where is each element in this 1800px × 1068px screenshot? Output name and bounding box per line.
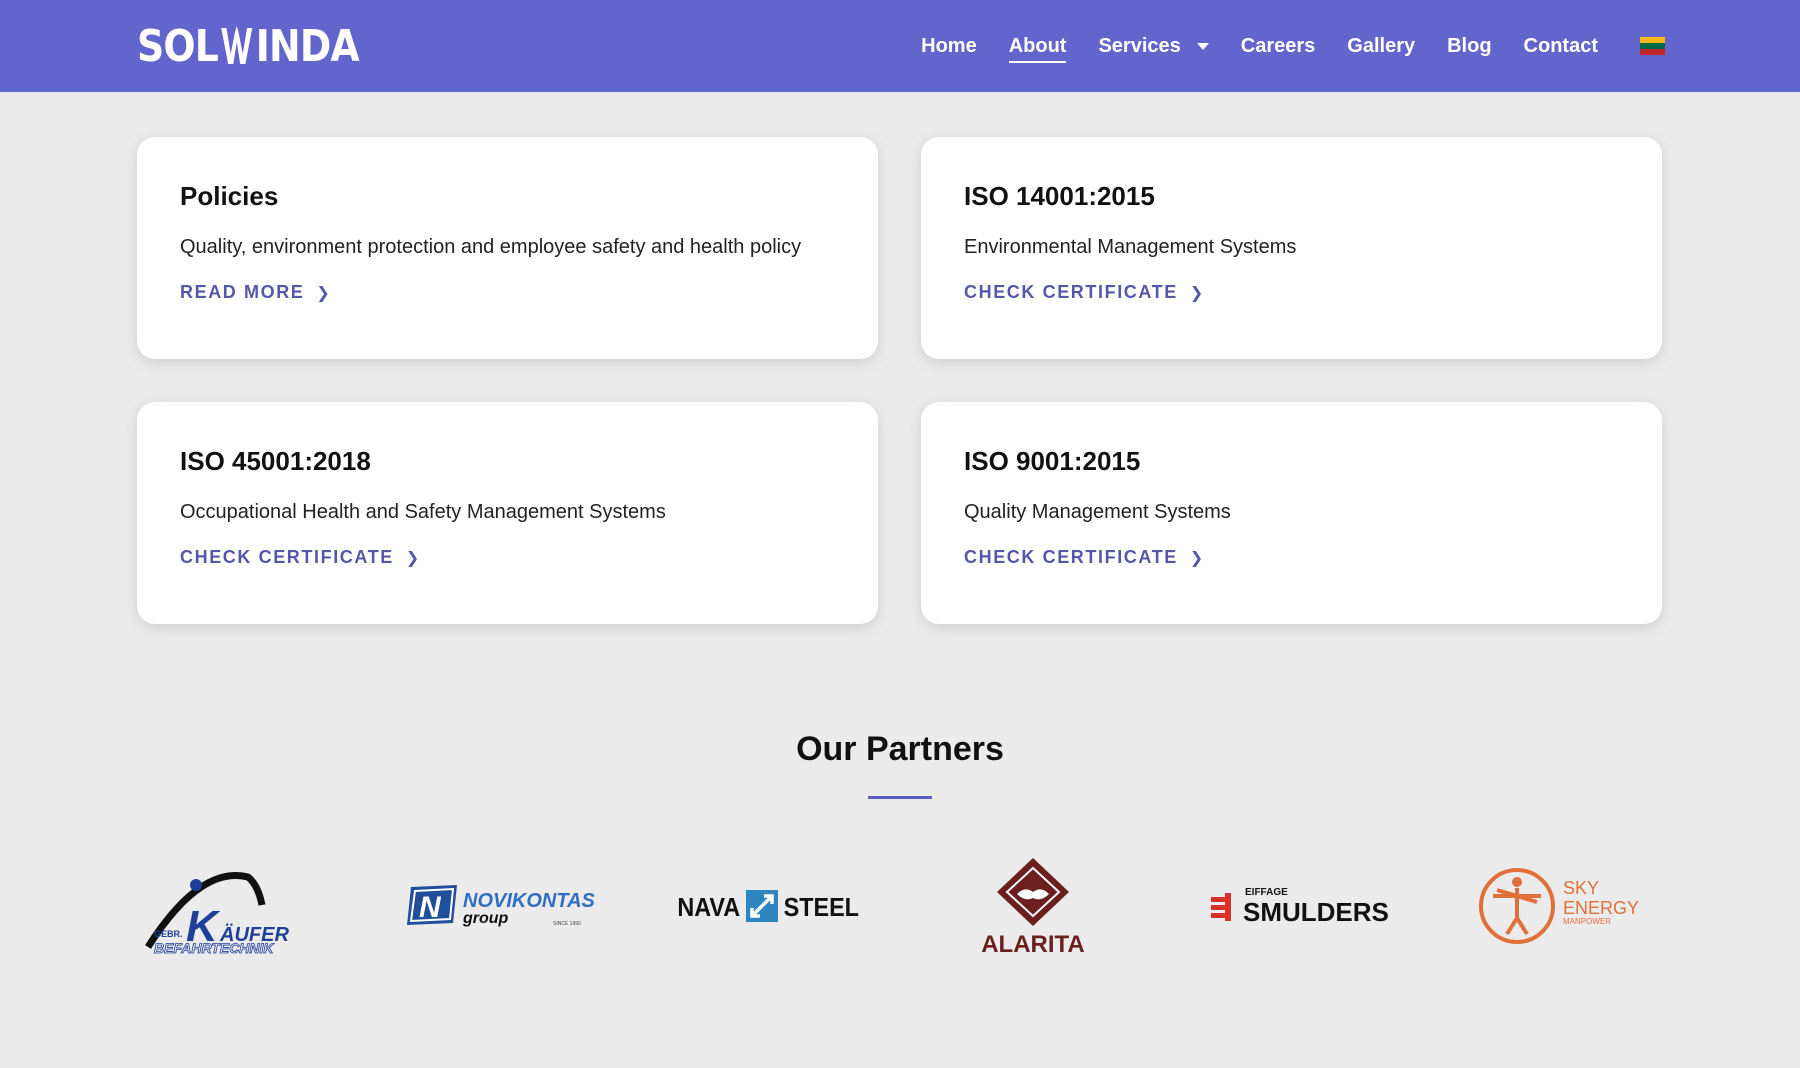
svg-text:MANPOWER: MANPOWER (1563, 917, 1611, 926)
svg-text:SMULDERS: SMULDERS (1243, 897, 1389, 927)
sky-energy-logo-graphic: SKY ENERGY MANPOWER (1479, 868, 1639, 944)
svg-text:group: group (462, 910, 509, 927)
card-title: ISO 9001:2015 (964, 446, 1141, 476)
nav-services[interactable]: Services (1098, 34, 1209, 58)
nav-gallery[interactable]: Gallery (1347, 35, 1415, 58)
nav-blog-label: Blog (1447, 34, 1492, 57)
svg-text:SINCE 1990: SINCE 1990 (553, 921, 581, 927)
svg-text:ENERGY: ENERGY (1563, 898, 1639, 918)
nav-services-label: Services (1098, 34, 1181, 57)
site-header: SOL INDA Home About Services Careers Gal… (0, 0, 1800, 92)
check-certificate-link[interactable]: CHECK CERTIFICATE ❯ (964, 547, 1205, 568)
smulders-logo-graphic: EIFFAGE SMULDERS (1211, 887, 1389, 927)
main-nav: Home About Services Careers Gallery Blog… (889, 0, 1665, 92)
novikontas-logo[interactable]: N NOVIKONTAS group SINCE 1990 (405, 850, 595, 960)
nava-steel-logo[interactable]: NAVA STEEL (672, 850, 862, 960)
nav-blog[interactable]: Blog (1447, 35, 1491, 58)
read-more-link[interactable]: READ MORE ❯ (180, 282, 331, 303)
solwinda-logo[interactable]: SOL INDA (137, 21, 360, 72)
card-description: Quality, environment protection and empl… (180, 236, 802, 259)
link-label: CHECK CERTIFICATE (180, 547, 394, 568)
nav-contact-label: Contact (1523, 34, 1598, 57)
nav-about[interactable]: About (1008, 34, 1067, 63)
card-iso-45001: ISO 45001:2018 Occupational Health and S… (137, 402, 878, 624)
novikontas-logo-graphic: N NOVIKONTAS group SINCE 1990 (407, 885, 595, 927)
card-title: ISO 14001:2015 (964, 181, 1155, 211)
card-description: Environmental Management Systems (964, 236, 1297, 259)
sky-energy-logo[interactable]: SKY ENERGY MANPOWER (1475, 850, 1665, 960)
lithuania-flag-icon[interactable] (1640, 37, 1665, 55)
nav-about-label: About (1008, 34, 1067, 57)
card-title: Policies (180, 181, 279, 211)
chevron-right-icon: ❯ (1189, 549, 1205, 567)
smulders-logo[interactable]: EIFFAGE SMULDERS (1205, 850, 1395, 960)
card-iso-9001: ISO 9001:2015 Quality Management Systems… (921, 402, 1662, 624)
nava-steel-logo-graphic: NAVA STEEL (677, 890, 859, 922)
nav-careers[interactable]: Careers (1241, 35, 1316, 58)
heading-divider (868, 796, 932, 799)
svg-text:STEEL: STEEL (784, 894, 859, 922)
card-title: ISO 45001:2018 (180, 446, 371, 476)
svg-text:ALARITA: ALARITA (981, 931, 1085, 958)
link-label: CHECK CERTIFICATE (964, 547, 1178, 568)
chevron-right-icon: ❯ (405, 549, 421, 567)
check-certificate-link[interactable]: CHECK CERTIFICATE ❯ (964, 282, 1205, 303)
nav-home[interactable]: Home (921, 35, 977, 58)
card-description: Occupational Health and Safety Managemen… (180, 501, 666, 524)
svg-text:GEBR.: GEBR. (154, 929, 183, 939)
link-label: CHECK CERTIFICATE (964, 282, 1178, 303)
chevron-right-icon: ❯ (1189, 284, 1205, 302)
wind-turbine-icon (221, 26, 253, 64)
check-certificate-link[interactable]: CHECK CERTIFICATE ❯ (180, 547, 421, 568)
caret-down-icon[interactable] (1196, 42, 1209, 50)
partners-heading: Our Partners (796, 730, 1004, 768)
alarita-logo[interactable]: ALARITA (963, 850, 1103, 960)
kaufer-logo-graphic: GEBR. K ÄUFER BEFAHRTECHNIK (145, 872, 289, 955)
svg-text:NOVIKONTAS: NOVIKONTAS (463, 890, 595, 912)
nav-home-label: Home (921, 34, 977, 57)
svg-text:BEFAHRTECHNIK: BEFAHRTECHNIK (154, 940, 274, 955)
card-policies: Policies Quality, environment protection… (137, 137, 878, 359)
chevron-right-icon: ❯ (316, 284, 332, 302)
link-label: READ MORE (180, 282, 305, 303)
svg-text:NAVA: NAVA (677, 894, 740, 922)
card-iso-14001: ISO 14001:2015 Environmental Management … (921, 137, 1662, 359)
svg-text:SKY: SKY (1563, 878, 1599, 898)
card-description: Quality Management Systems (964, 501, 1231, 524)
nav-contact[interactable]: Contact (1524, 35, 1598, 58)
kaufer-logo[interactable]: GEBR. K ÄUFER BEFAHRTECHNIK (140, 850, 320, 960)
svg-text:N: N (419, 891, 442, 924)
nav-gallery-label: Gallery (1347, 34, 1416, 57)
nav-careers-label: Careers (1240, 34, 1316, 57)
alarita-logo-graphic: ALARITA (981, 858, 1085, 958)
